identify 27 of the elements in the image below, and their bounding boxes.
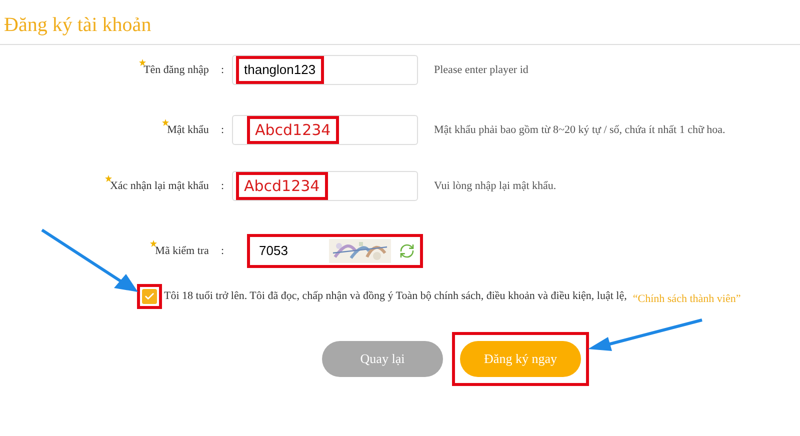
required-star-icon	[138, 58, 146, 66]
input-field[interactable]: Abcd1234	[232, 171, 418, 201]
input-field[interactable]: Abcd1234	[232, 115, 418, 145]
colon: :	[220, 122, 224, 138]
agree-checkbox[interactable]	[142, 289, 157, 304]
colon: :	[220, 244, 224, 259]
field-label: Mã kiểm tra	[155, 242, 209, 260]
field-label: Tên đăng nhập	[144, 62, 209, 78]
agreement-text: Tôi 18 tuổi trở lên. Tôi đã đọc, chấp nhận và đồng ý Toàn bộ chính sách, điều khoản và điều kiện, luật lệ,	[164, 289, 627, 304]
required-star-icon	[162, 118, 170, 126]
hint-text: Vui lòng nhập lại mật khẩu.	[434, 178, 556, 194]
input-value: 7053	[259, 242, 288, 260]
field-label: Xác nhận lại mật khẩu	[110, 178, 209, 194]
required-star-icon	[150, 240, 158, 247]
hint-text: Please enter player id	[434, 62, 528, 78]
colon: :	[220, 178, 224, 194]
input-value: thanglon123	[244, 61, 316, 80]
input-value: Abcd1234	[244, 176, 320, 197]
input-field[interactable]: thanglon123	[232, 55, 418, 85]
check-icon	[144, 291, 155, 302]
page-title: Đăng ký tài khoản	[3, 13, 152, 38]
input-value: Abcd1234	[255, 120, 331, 141]
colon: :	[220, 62, 224, 78]
field-label: Mật khẩu	[167, 122, 209, 138]
hint-text: Mật khẩu phải bao gồm từ 8~20 ký tự / số, chứa ít nhất 1 chữ hoa.	[434, 122, 726, 138]
refresh-icon[interactable]	[399, 243, 415, 259]
required-star-icon	[104, 174, 112, 182]
